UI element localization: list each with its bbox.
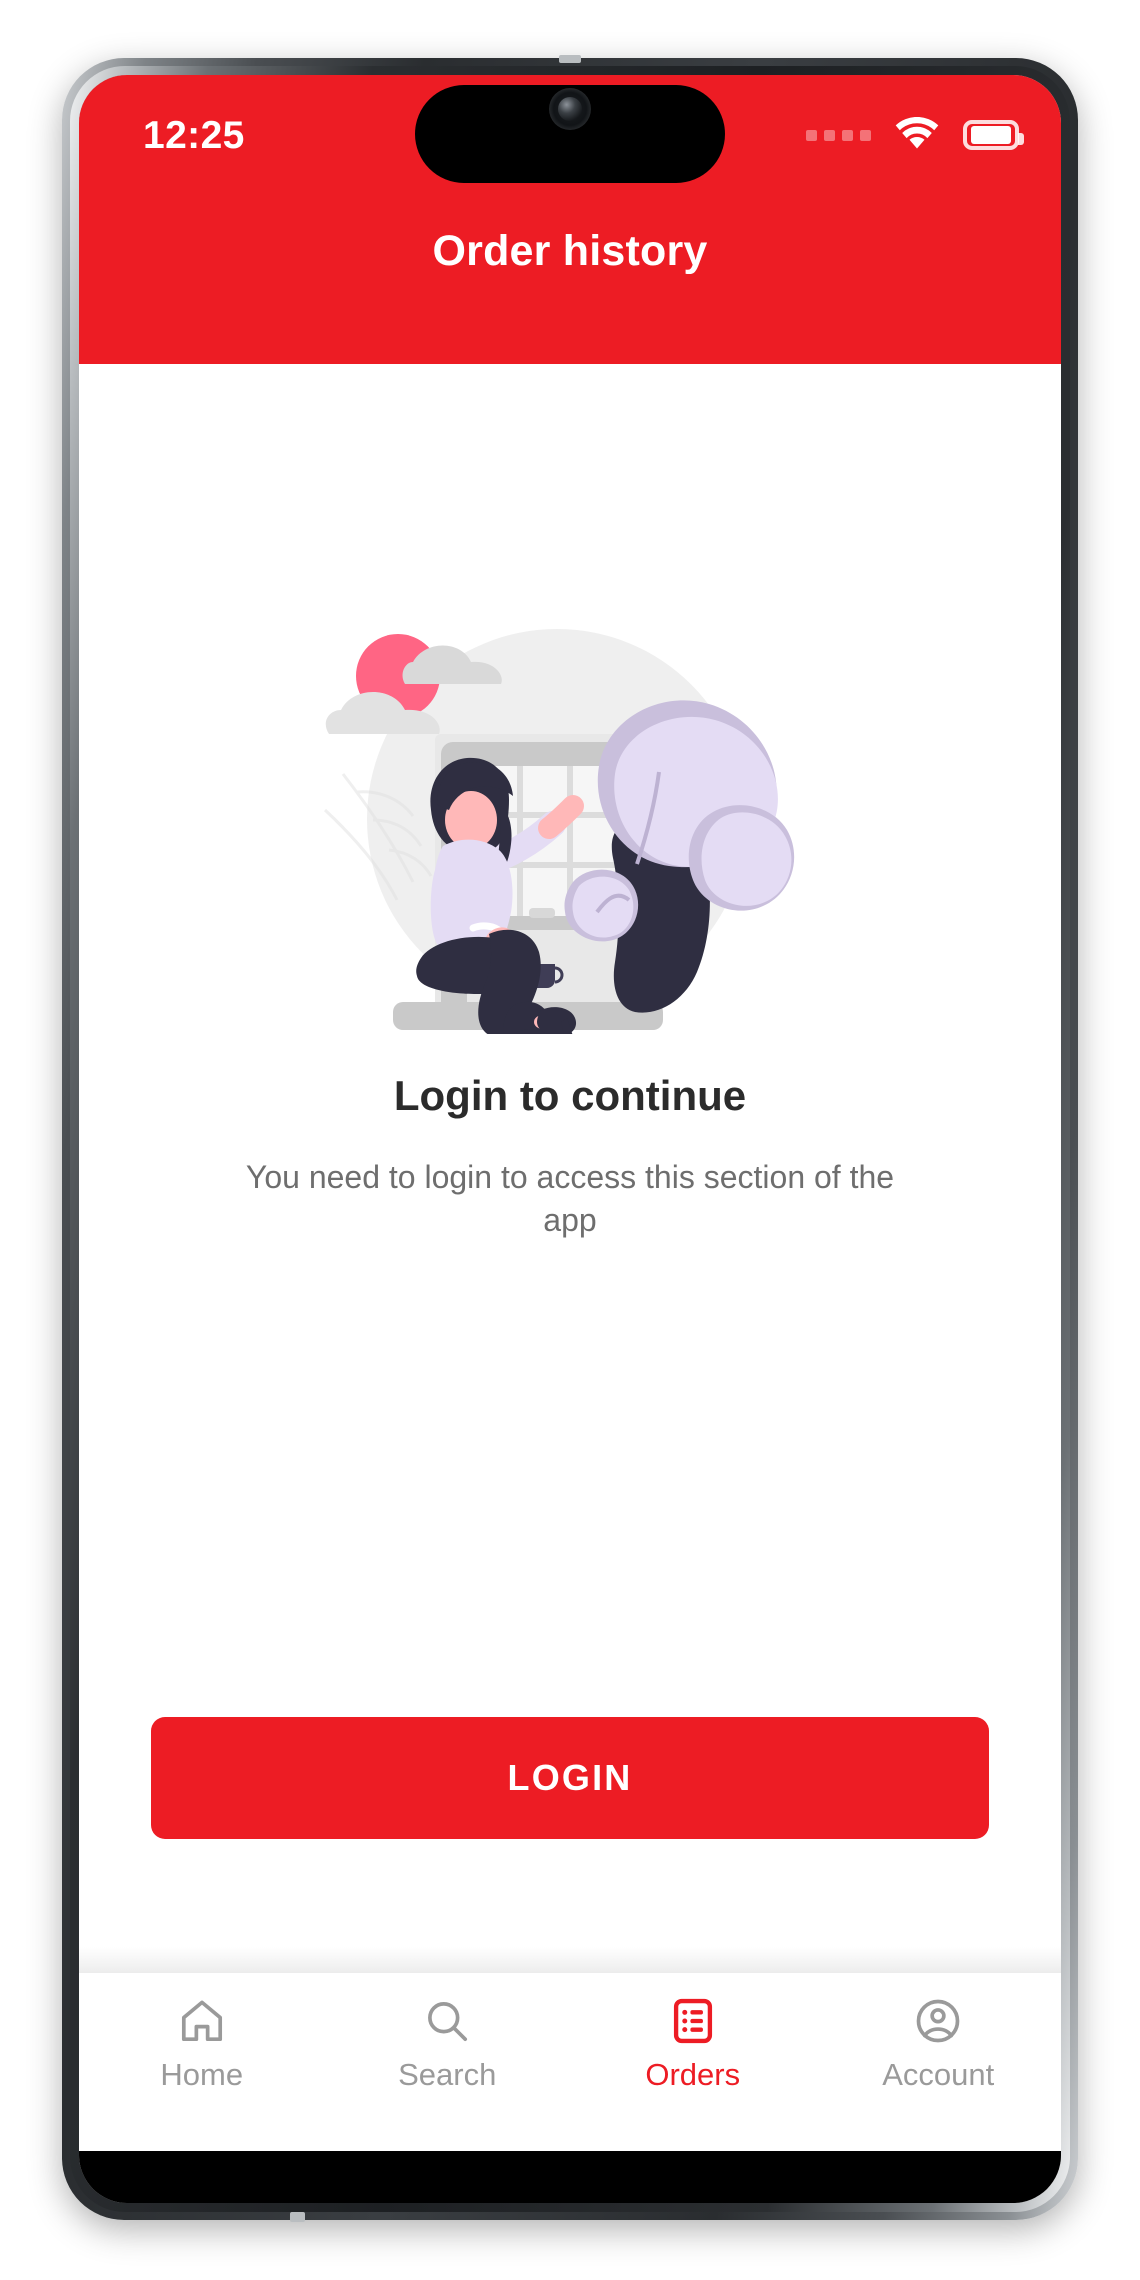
woman-sitting-at-window-with-plant-illustration (323, 629, 795, 1034)
page-title: Order history (432, 227, 708, 275)
login-button[interactable]: LOGIN (151, 1717, 989, 1839)
bottom-nav-shadow (79, 1947, 1061, 1973)
empty-state-message: You need to login to access this section… (245, 1159, 895, 1239)
screen-bottom-bezel (79, 2151, 1061, 2203)
status-bar-clock: 12:25 (143, 113, 245, 157)
app-screen: 12:25 Order history Login to continue Yo… (79, 75, 1061, 2203)
earpiece-sliver (559, 55, 581, 63)
bottom-navigation-bar: Home Search Orders Account (79, 1973, 1061, 2151)
front-camera-lens-icon (549, 88, 591, 130)
nav-item-account[interactable]: Account (816, 1995, 1062, 2090)
search-icon (428, 2002, 468, 2042)
nav-label-home: Home (160, 2057, 244, 2092)
app-bar: 12:25 Order history (79, 75, 1061, 364)
status-bar-icons (806, 117, 1024, 153)
battery-full-icon (963, 120, 1024, 150)
wifi-icon (895, 117, 939, 149)
nav-label-search: Search (398, 2057, 497, 2092)
screenshot-stage: 12:25 Order history Login to continue Yo… (0, 0, 1140, 2280)
signal-dots-icon (806, 129, 871, 141)
phone-screen-area: 12:25 Order history Login to continue Yo… (79, 75, 1061, 2203)
phone-device-frame: 12:25 Order history Login to continue Yo… (62, 55, 1078, 2222)
phone-bezel: 12:25 Order history Login to continue Yo… (70, 66, 1070, 2212)
empty-state-content: Login to continue You need to login to a… (79, 364, 1061, 1947)
account-person-icon (916, 1999, 960, 2043)
nav-label-orders: Orders (645, 2057, 741, 2092)
antenna-notch-left (290, 2212, 305, 2222)
nav-item-orders[interactable]: Orders (570, 1995, 816, 2090)
camera-notch (415, 85, 725, 183)
nav-label-account: Account (882, 2057, 995, 2092)
nav-item-home[interactable]: Home (79, 1995, 325, 2090)
nav-item-search[interactable]: Search (325, 1995, 571, 2090)
empty-state-title: Login to continue (393, 1072, 747, 1119)
orders-list-icon (673, 1998, 712, 2044)
home-icon (181, 2000, 222, 2042)
